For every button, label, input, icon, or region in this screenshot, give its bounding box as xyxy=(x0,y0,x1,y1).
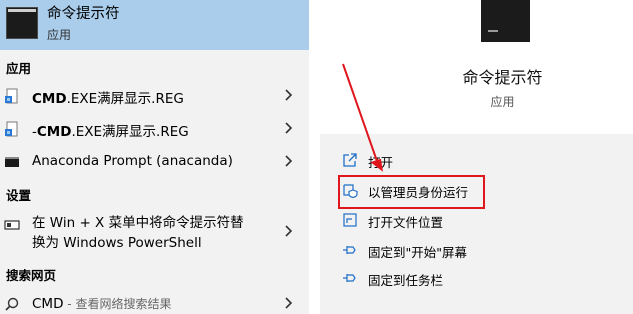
annotation-highlight-box xyxy=(338,175,485,209)
terminal-icon xyxy=(5,157,19,167)
action-open[interactable]: 打开 xyxy=(320,146,633,174)
best-match-title: 命令提示符 xyxy=(47,6,120,22)
details-type: 应用 xyxy=(490,95,515,109)
open-icon xyxy=(343,153,357,167)
search-results-pane: 命令提示符 应用 应用 CMD.EXE满屏显示.REG -CMD.EXE满屏显示… xyxy=(0,0,309,314)
list-item-cmd-reg-2[interactable]: -CMD.EXE满屏显示.REG xyxy=(0,115,309,143)
setting-line-1: 在 Win + X 菜单中将命令提示符替 xyxy=(32,215,244,231)
action-open-file-location[interactable]: 打开文件位置 xyxy=(320,206,633,234)
best-match-subtitle: 应用 xyxy=(47,28,72,42)
action-label: 打开文件位置 xyxy=(368,215,444,230)
section-web: 搜索网页 xyxy=(6,268,57,283)
list-item-label: CMD.EXE满屏显示.REG xyxy=(32,87,184,107)
section-apps: 应用 xyxy=(6,61,32,76)
details-pane: 命令提示符 应用 打开 以管理员身份运行 打开文件位置 固定到"开始"屏幕 固定… xyxy=(320,0,633,314)
action-label: 打开 xyxy=(368,155,394,170)
label-rest: Anaconda Prompt (anacanda) xyxy=(32,153,233,169)
reg-file-icon xyxy=(5,121,18,137)
details-title: 命令提示符 xyxy=(462,68,543,87)
chevron-right-icon[interactable] xyxy=(281,88,295,102)
label-match: CMD xyxy=(36,124,72,140)
chevron-right-icon[interactable] xyxy=(281,296,295,310)
action-label: 固定到"开始"屏幕 xyxy=(368,245,467,260)
details-header: 命令提示符 应用 xyxy=(320,0,633,134)
web-hint: - 查看网络搜索结果 xyxy=(63,297,172,311)
label-rest: .EXE满屏显示.REG xyxy=(66,91,184,107)
action-pin-to-taskbar[interactable]: 固定到任务栏 xyxy=(320,264,633,292)
action-pin-to-start[interactable]: 固定到"开始"屏幕 xyxy=(320,236,633,264)
list-item-label: CMD - 查看网络搜索结果 xyxy=(32,295,171,312)
list-item-label: 在 Win + X 菜单中将命令提示符替 换为 Windows PowerShe… xyxy=(32,213,244,253)
label-rest: .EXE满屏显示.REG xyxy=(71,124,189,140)
list-item-anaconda[interactable]: Anaconda Prompt (anacanda) xyxy=(0,148,309,176)
list-item-cmd-reg[interactable]: CMD.EXE满屏显示.REG xyxy=(0,82,309,110)
list-item-winx-setting[interactable]: 在 Win + X 菜单中将命令提示符替 换为 Windows PowerShe… xyxy=(0,209,309,253)
chevron-right-icon[interactable] xyxy=(281,154,295,168)
chevron-right-icon[interactable] xyxy=(281,121,295,135)
label-match: CMD xyxy=(32,91,67,107)
chevron-right-icon[interactable] xyxy=(281,224,295,238)
web-query: CMD xyxy=(32,296,64,312)
pin-icon xyxy=(343,246,356,254)
command-prompt-icon xyxy=(481,0,530,42)
setting-line-2: 换为 Windows PowerShell xyxy=(32,235,202,251)
list-item-label: Anaconda Prompt (anacanda) xyxy=(32,153,233,169)
reg-file-icon xyxy=(5,88,18,104)
pane-divider xyxy=(309,0,320,314)
settings-toggle-icon xyxy=(4,220,20,230)
list-item-label: -CMD.EXE满屏显示.REG xyxy=(32,120,189,140)
search-icon xyxy=(5,297,19,311)
folder-location-icon xyxy=(343,213,357,227)
section-settings: 设置 xyxy=(6,188,32,203)
pin-icon xyxy=(343,274,356,282)
best-match-cmd[interactable]: 命令提示符 应用 xyxy=(0,0,309,50)
list-item-web-search[interactable]: CMD - 查看网络搜索结果 xyxy=(0,290,309,314)
action-label: 固定到任务栏 xyxy=(368,273,444,288)
command-prompt-icon xyxy=(6,7,38,39)
